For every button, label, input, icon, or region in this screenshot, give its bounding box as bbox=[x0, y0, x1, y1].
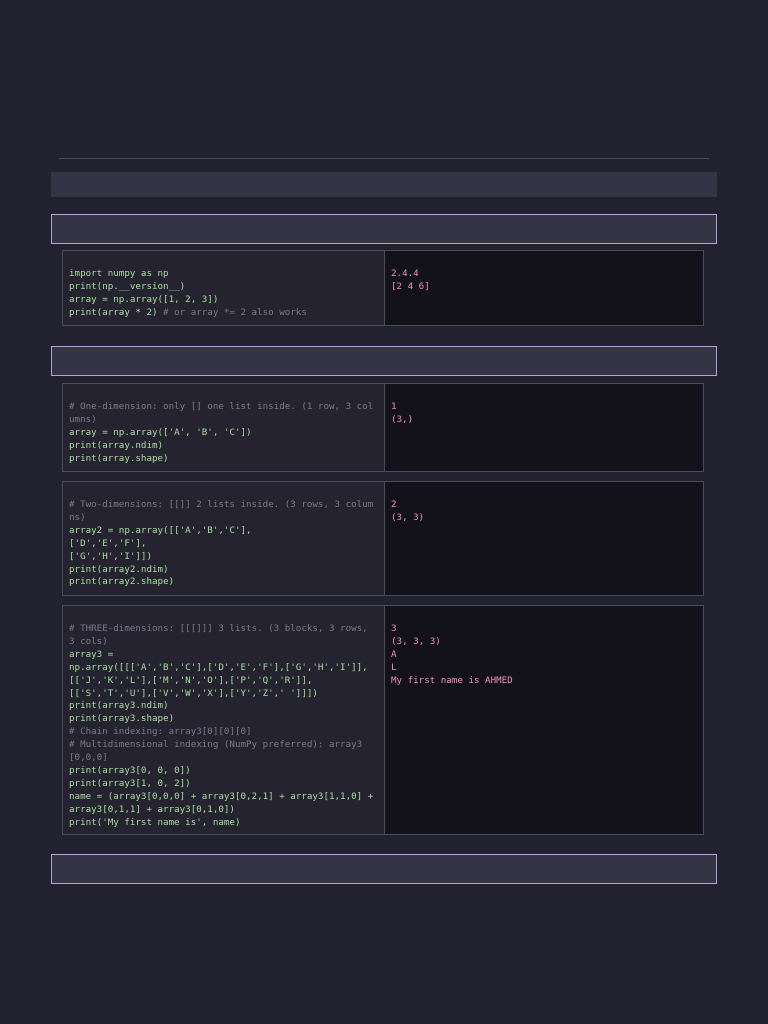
code-text: print(np.__version__) bbox=[69, 280, 186, 292]
code-comment-line: # Multidimensional indexing (NumPy prefe… bbox=[69, 739, 378, 765]
code-line: print(array2.ndim) bbox=[69, 564, 378, 577]
code-text: print('My first name is', name) bbox=[69, 816, 241, 828]
code-text: array3 = bbox=[69, 648, 114, 660]
notebook-cell[interactable]: import numpy as np print(np.__version__) a… bbox=[62, 250, 704, 326]
output-block: 1 (3,) bbox=[385, 384, 703, 471]
code-line: print('My first name is', name) bbox=[69, 817, 378, 830]
code-block[interactable]: # One-dimension: only [] one list inside… bbox=[63, 384, 385, 471]
code-line: name = (array3[0,0,0] + array3[0,2,1] + … bbox=[69, 791, 378, 817]
code-text: print(array3.ndim) bbox=[69, 700, 169, 712]
code-line: [['J','K','L'],['M','N','O'],['P','Q','R… bbox=[69, 675, 378, 688]
code-comment-line: # THREE-dimensions: [[[]]] 3 lists. (3 b… bbox=[69, 623, 378, 649]
code-line: print(array * 2) # or array *= 2 also wo… bbox=[69, 307, 378, 320]
code-line: print(array3[1, 0, 2]) bbox=[69, 778, 378, 791]
code-text: print(array2.shape) bbox=[69, 576, 175, 588]
code-text: np.array([[['A','B','C'],['D','E','F'],[… bbox=[69, 661, 368, 673]
code-line: print(array.shape) bbox=[69, 453, 378, 466]
output-line: 2.4.4 bbox=[391, 268, 419, 279]
code-line: array3 = bbox=[69, 649, 378, 662]
notebook-cell[interactable]: # THREE-dimensions: [[[]]] 3 lists. (3 b… bbox=[62, 605, 704, 835]
code-line: print(np.__version__) bbox=[69, 281, 378, 294]
output-block: 2 (3, 3) bbox=[385, 482, 703, 595]
code-text: name = (array3[0,0,0] + array3[0,2,1] + … bbox=[69, 790, 379, 815]
code-text: array2 = np.array([['A','B','C'], bbox=[69, 524, 252, 536]
code-line: ['G','H','I']]) bbox=[69, 551, 378, 564]
code-line: print(array3.shape) bbox=[69, 713, 378, 726]
code-text: [['S','T','U'],['V','W','X'],['Y','Z',' … bbox=[69, 687, 318, 699]
code-text: array = np.array([1, 2, 3]) bbox=[69, 293, 219, 305]
code-text: [['J','K','L'],['M','N','O'],['P','Q','R… bbox=[69, 674, 313, 686]
code-text: print(array2.ndim) bbox=[69, 563, 169, 575]
code-text: print(array * 2) bbox=[69, 306, 164, 318]
code-block[interactable]: import numpy as np print(np.__version__) a… bbox=[63, 251, 385, 325]
code-line: print(array3.ndim) bbox=[69, 700, 378, 713]
code-text: # THREE-dimensions: [[[]]] 3 lists. (3 b… bbox=[69, 623, 374, 647]
output-block: 3 (3, 3, 3) A L My first name is AHMED bbox=[385, 606, 703, 834]
section-header-3 bbox=[51, 854, 717, 884]
divider bbox=[59, 158, 709, 159]
code-line: np.array([[['A','B','C'],['D','E','F'],[… bbox=[69, 662, 378, 675]
output-block: 2.4.4 [2 4 6] bbox=[385, 251, 703, 325]
output-line: L bbox=[391, 661, 397, 673]
code-comment-line: # Two-dimensions: [[]] 2 lists inside. (… bbox=[69, 499, 378, 525]
code-line: array = np.array([1, 2, 3]) bbox=[69, 294, 378, 307]
code-text: ['D','E','F'], bbox=[69, 537, 147, 549]
code-line: print(array.ndim) bbox=[69, 440, 378, 453]
code-text: array = np.array(['A', 'B', 'C']) bbox=[69, 426, 252, 438]
inline-comment: # or array *= 2 also works bbox=[163, 306, 307, 318]
code-text: # Multidimensional indexing (NumPy prefe… bbox=[69, 739, 363, 764]
code-line: ['D','E','F'], bbox=[69, 538, 378, 551]
code-block[interactable]: # THREE-dimensions: [[[]]] 3 lists. (3 b… bbox=[63, 606, 385, 834]
code-text: # Two-dimensions: [[]] 2 lists inside. (… bbox=[69, 499, 374, 523]
code-line: print(array2.shape) bbox=[69, 576, 378, 589]
code-line: import numpy as np bbox=[69, 268, 378, 281]
code-block[interactable]: # Two-dimensions: [[]] 2 lists inside. (… bbox=[63, 482, 385, 595]
notebook-cell[interactable]: # Two-dimensions: [[]] 2 lists inside. (… bbox=[62, 481, 704, 596]
section-header-1 bbox=[51, 214, 717, 244]
code-line: print(array3[0, 0, 0]) bbox=[69, 765, 378, 778]
output-line: (3,) bbox=[391, 413, 414, 425]
output-line: 1 bbox=[391, 401, 397, 412]
output-line: 2 bbox=[391, 499, 397, 510]
code-text: ['G','H','I']]) bbox=[69, 550, 152, 562]
output-line: 3 bbox=[391, 623, 397, 634]
code-line: array = np.array(['A', 'B', 'C']) bbox=[69, 427, 378, 440]
code-text: # One-dimension: only [] one list inside… bbox=[69, 401, 374, 425]
notebook-page: import numpy as np print(np.__version__) a… bbox=[0, 0, 768, 1024]
subtitle-bar bbox=[51, 172, 717, 197]
code-comment-line: # One-dimension: only [] one list inside… bbox=[69, 401, 378, 427]
section-header-2 bbox=[51, 346, 717, 376]
output-line: (3, 3, 3) bbox=[391, 635, 441, 647]
output-line: [2 4 6] bbox=[391, 280, 430, 292]
code-text: print(array3.shape) bbox=[69, 713, 175, 725]
output-line: (3, 3) bbox=[391, 511, 425, 523]
output-line: A bbox=[391, 648, 397, 660]
code-text: import numpy as np bbox=[69, 268, 169, 279]
code-text: print(array3[1, 0, 2]) bbox=[69, 777, 191, 789]
notebook-cell[interactable]: # One-dimension: only [] one list inside… bbox=[62, 383, 704, 472]
output-line: My first name is AHMED bbox=[391, 674, 513, 686]
code-comment-line: # Chain indexing: array3[0][0][0] bbox=[69, 726, 378, 739]
code-line: [['S','T','U'],['V','W','X'],['Y','Z',' … bbox=[69, 688, 378, 701]
code-line: array2 = np.array([['A','B','C'], bbox=[69, 525, 378, 538]
code-text: print(array.ndim) bbox=[69, 439, 164, 451]
code-text: print(array.shape) bbox=[69, 452, 169, 464]
code-text: # Chain indexing: array3[0][0][0] bbox=[69, 726, 252, 738]
code-text: print(array3[0, 0, 0]) bbox=[69, 764, 191, 776]
